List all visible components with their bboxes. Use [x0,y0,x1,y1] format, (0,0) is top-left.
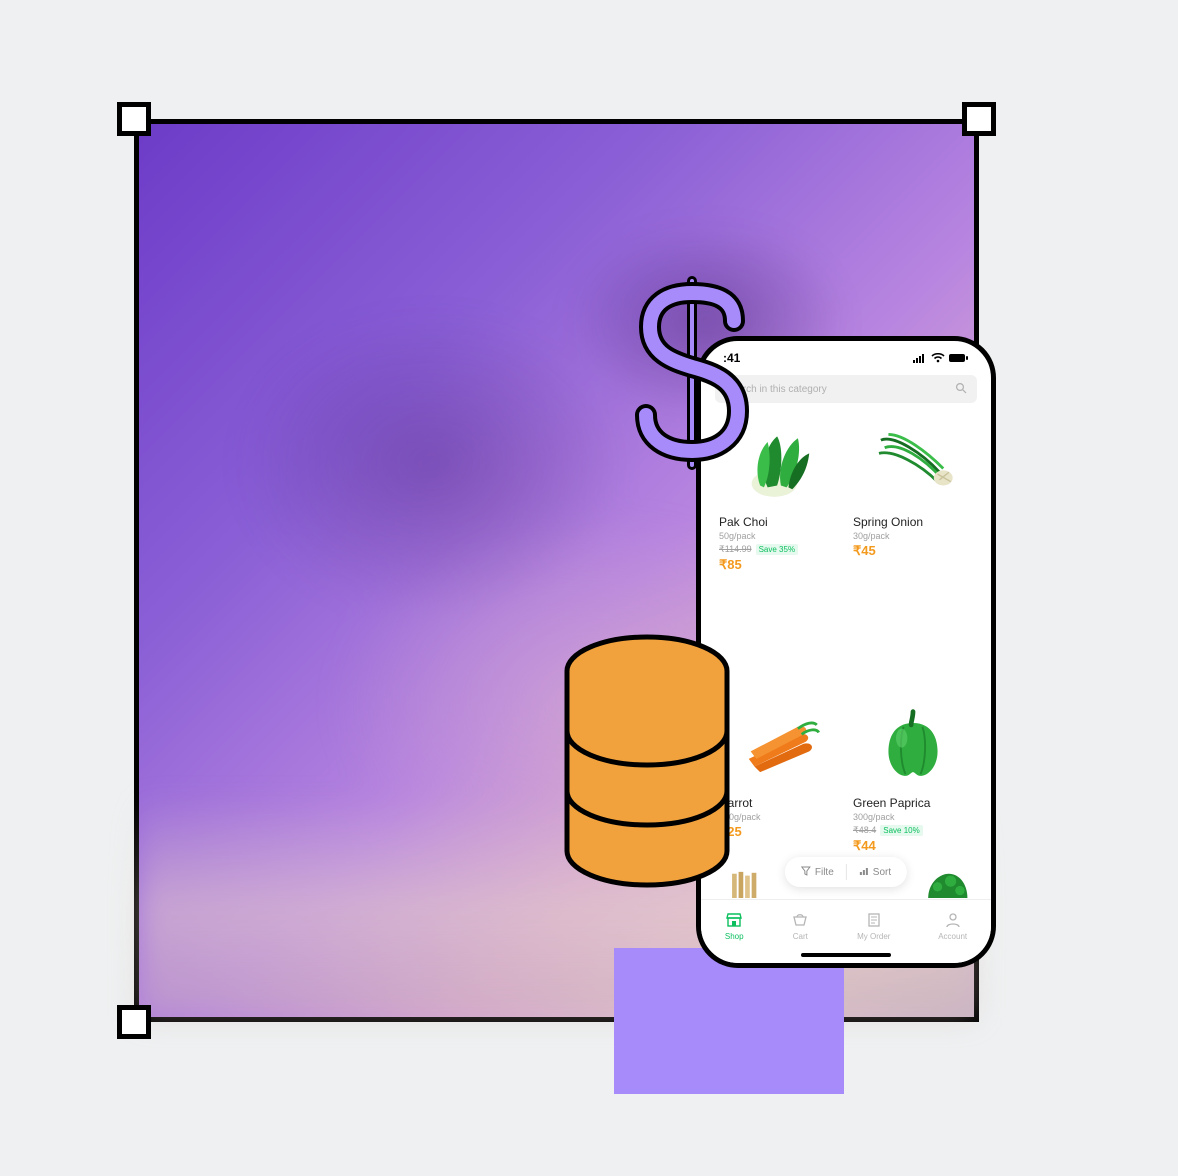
product-card[interactable]: Spring Onion 30g/pack ₹45 [853,421,973,682]
phone-backdrop [614,948,844,1094]
nav-account[interactable]: Account [938,912,967,941]
cart-icon [791,912,809,930]
nav-label: Account [938,932,967,941]
selection-handle-bottom-left[interactable] [117,1005,151,1039]
filter-button[interactable]: Filte [789,866,846,879]
sort-button[interactable]: Sort [847,866,903,879]
nav-shop[interactable]: Shop [725,912,744,941]
product-pack: 30g/pack [853,531,973,541]
product-name: Spring Onion [853,515,973,529]
selection-handle-top-right[interactable] [962,102,996,136]
order-icon [865,912,883,930]
product-pack: 50g/pack [719,531,839,541]
battery-icon [949,353,969,363]
filter-label: Filte [815,867,834,878]
selection-handle-top-left[interactable] [117,102,151,136]
nav-label: Shop [725,932,744,941]
nav-label: Cart [793,932,808,941]
product-old-price: ₹114.99 [719,544,752,555]
home-indicator [801,953,891,957]
product-name: Green Paprica [853,796,973,810]
product-price: ₹85 [719,557,839,573]
product-save-badge: Save 35% [756,544,798,555]
wifi-icon [931,353,945,363]
nav-cart[interactable]: Cart [791,912,809,941]
product-image-carrot [719,702,839,786]
filter-icon [801,866,811,879]
product-image-green-paprica [853,702,973,786]
dollar-icon [622,273,762,473]
product-price: ₹44 [853,838,973,854]
sort-icon [859,866,869,879]
product-old-price: ₹48.4 [853,825,876,836]
product-pack: 250g/pack [719,812,839,822]
database-icon [562,633,732,889]
shop-icon [725,912,743,930]
signal-icon [913,353,927,363]
product-name: Carrot [719,796,839,810]
nav-my-order[interactable]: My Order [857,912,890,941]
bottom-nav: Shop Cart My Order Account [701,899,991,963]
account-icon [944,912,962,930]
nav-label: My Order [857,932,890,941]
product-image-spring-onion [853,421,973,505]
product-pack: 300g/pack [853,812,973,822]
filter-sort-pill: Filte Sort [785,857,907,887]
search-icon [955,382,967,397]
product-price: ₹45 [853,543,973,559]
product-save-badge: Save 10% [880,825,922,836]
product-name: Pak Choi [719,515,839,529]
sort-label: Sort [873,867,891,878]
product-price: ₹25 [719,824,839,840]
